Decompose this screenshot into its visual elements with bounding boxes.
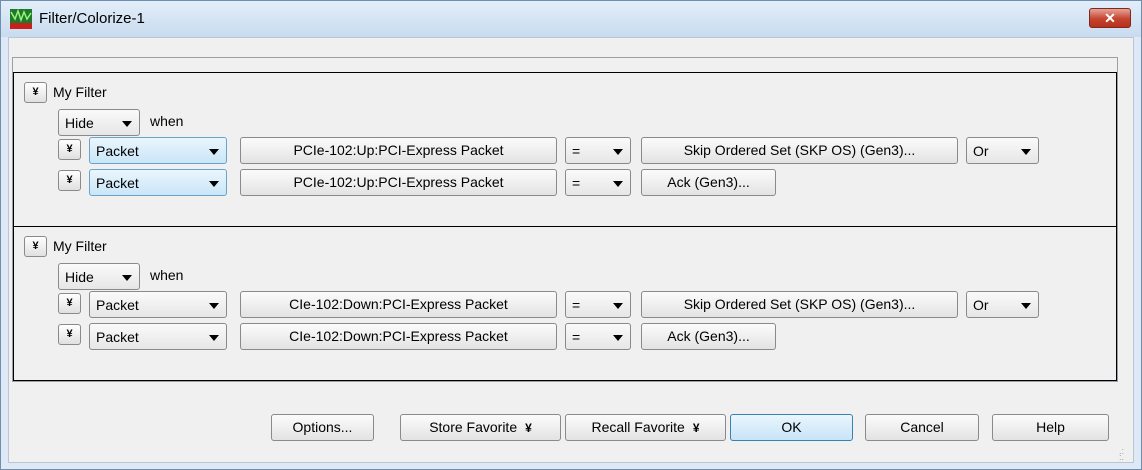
window-title: Filter/Colorize-1	[39, 10, 145, 27]
condition-value-button[interactable]: Skip Ordered Set (SKP OS) (Gen3)...	[641, 291, 958, 318]
filter-name[interactable]: My Filter	[53, 238, 107, 254]
when-label: when	[150, 267, 184, 283]
condition-expand-button[interactable]: ¥	[58, 170, 81, 191]
condition-type-value: Packet	[96, 297, 139, 313]
cancel-button[interactable]: Cancel	[865, 414, 979, 441]
group-collapse-button[interactable]: ¥	[24, 236, 47, 257]
condition-source-button[interactable]: CIe-102:Down:PCI-Express Packet	[240, 323, 557, 350]
operator-dropdown[interactable]: =	[565, 137, 631, 164]
dropdown-arrow-icon	[209, 149, 219, 155]
recall-favorite-button[interactable]: Recall Favorite ¥	[565, 414, 726, 441]
title-bar[interactable]: Filter/Colorize-1 ✕	[1, 1, 1141, 37]
dropdown-arrow-icon	[613, 181, 623, 187]
dropdown-arrow-icon	[1021, 149, 1031, 155]
help-button[interactable]: Help	[992, 414, 1109, 441]
condition-type-value: Packet	[96, 329, 139, 345]
dropdown-arrow-icon	[122, 275, 132, 281]
store-favorite-button[interactable]: Store Favorite ¥	[400, 414, 561, 441]
condition-expand-button[interactable]: ¥	[58, 324, 81, 345]
condition-type-dropdown[interactable]: Packet	[89, 323, 227, 350]
filter-group: ¥ My Filter Hide when ¥ Packet PCIe-102:…	[13, 72, 1117, 227]
condition-type-dropdown[interactable]: Packet	[89, 169, 227, 196]
join-dropdown[interactable]: Or	[966, 291, 1039, 318]
operator-value: =	[572, 329, 581, 345]
close-button[interactable]: ✕	[1089, 8, 1131, 28]
dropdown-arrow-icon	[122, 121, 132, 127]
condition-value-button[interactable]: Ack (Gen3)...	[641, 323, 776, 350]
operator-value: =	[572, 175, 581, 191]
dropdown-arrow-icon	[1021, 303, 1031, 309]
dropdown-arrow-icon	[209, 181, 219, 187]
when-label: when	[150, 113, 184, 129]
dialog-body: ¥ My Filter Hide when ¥ Packet PCIe-102:…	[8, 37, 1134, 463]
dropdown-arrow-icon	[613, 335, 623, 341]
condition-source-button[interactable]: CIe-102:Down:PCI-Express Packet	[240, 291, 557, 318]
filter-colorize-dialog: Filter/Colorize-1 ✕ ¥ My Filter Hide whe…	[0, 0, 1142, 470]
condition-value-button[interactable]: Ack (Gen3)...	[641, 169, 776, 196]
filter-list[interactable]: ¥ My Filter Hide when ¥ Packet PCIe-102:…	[12, 57, 1118, 382]
action-value: Hide	[65, 269, 94, 285]
ok-button[interactable]: OK	[730, 414, 853, 441]
group-collapse-button[interactable]: ¥	[24, 82, 47, 103]
app-icon	[10, 9, 32, 29]
operator-value: =	[572, 143, 581, 159]
chevron-down-icon: ¥	[525, 421, 532, 435]
filter-name[interactable]: My Filter	[53, 84, 107, 100]
dropdown-arrow-icon	[209, 303, 219, 309]
dropdown-arrow-icon	[209, 335, 219, 341]
operator-dropdown[interactable]: =	[565, 323, 631, 350]
join-value: Or	[973, 143, 989, 159]
condition-type-value: Packet	[96, 175, 139, 191]
store-favorite-label: Store Favorite	[429, 419, 518, 435]
resize-grip[interactable]: .::.	[1119, 447, 1131, 462]
action-dropdown[interactable]: Hide	[58, 263, 140, 290]
condition-source-button[interactable]: PCIe-102:Up:PCI-Express Packet	[240, 169, 557, 196]
operator-value: =	[572, 297, 581, 313]
close-icon: ✕	[1104, 10, 1116, 26]
condition-type-value: Packet	[96, 143, 139, 159]
condition-expand-button[interactable]: ¥	[58, 293, 81, 314]
condition-expand-button[interactable]: ¥	[58, 139, 81, 160]
condition-type-dropdown[interactable]: Packet	[89, 291, 227, 318]
action-dropdown[interactable]: Hide	[58, 109, 140, 136]
dropdown-arrow-icon	[613, 149, 623, 155]
condition-value-button[interactable]: Skip Ordered Set (SKP OS) (Gen3)...	[641, 137, 958, 164]
recall-favorite-label: Recall Favorite	[591, 419, 685, 435]
action-value: Hide	[65, 115, 94, 131]
operator-dropdown[interactable]: =	[565, 291, 631, 318]
dropdown-arrow-icon	[613, 303, 623, 309]
operator-dropdown[interactable]: =	[565, 169, 631, 196]
join-dropdown[interactable]: Or	[966, 137, 1039, 164]
filter-group: ¥ My Filter Hide when ¥ Packet CIe-102:D…	[13, 226, 1117, 381]
condition-source-button[interactable]: PCIe-102:Up:PCI-Express Packet	[240, 137, 557, 164]
join-value: Or	[973, 297, 989, 313]
chevron-down-icon: ¥	[692, 421, 700, 435]
condition-type-dropdown[interactable]: Packet	[89, 137, 227, 164]
options-button[interactable]: Options...	[271, 414, 374, 441]
